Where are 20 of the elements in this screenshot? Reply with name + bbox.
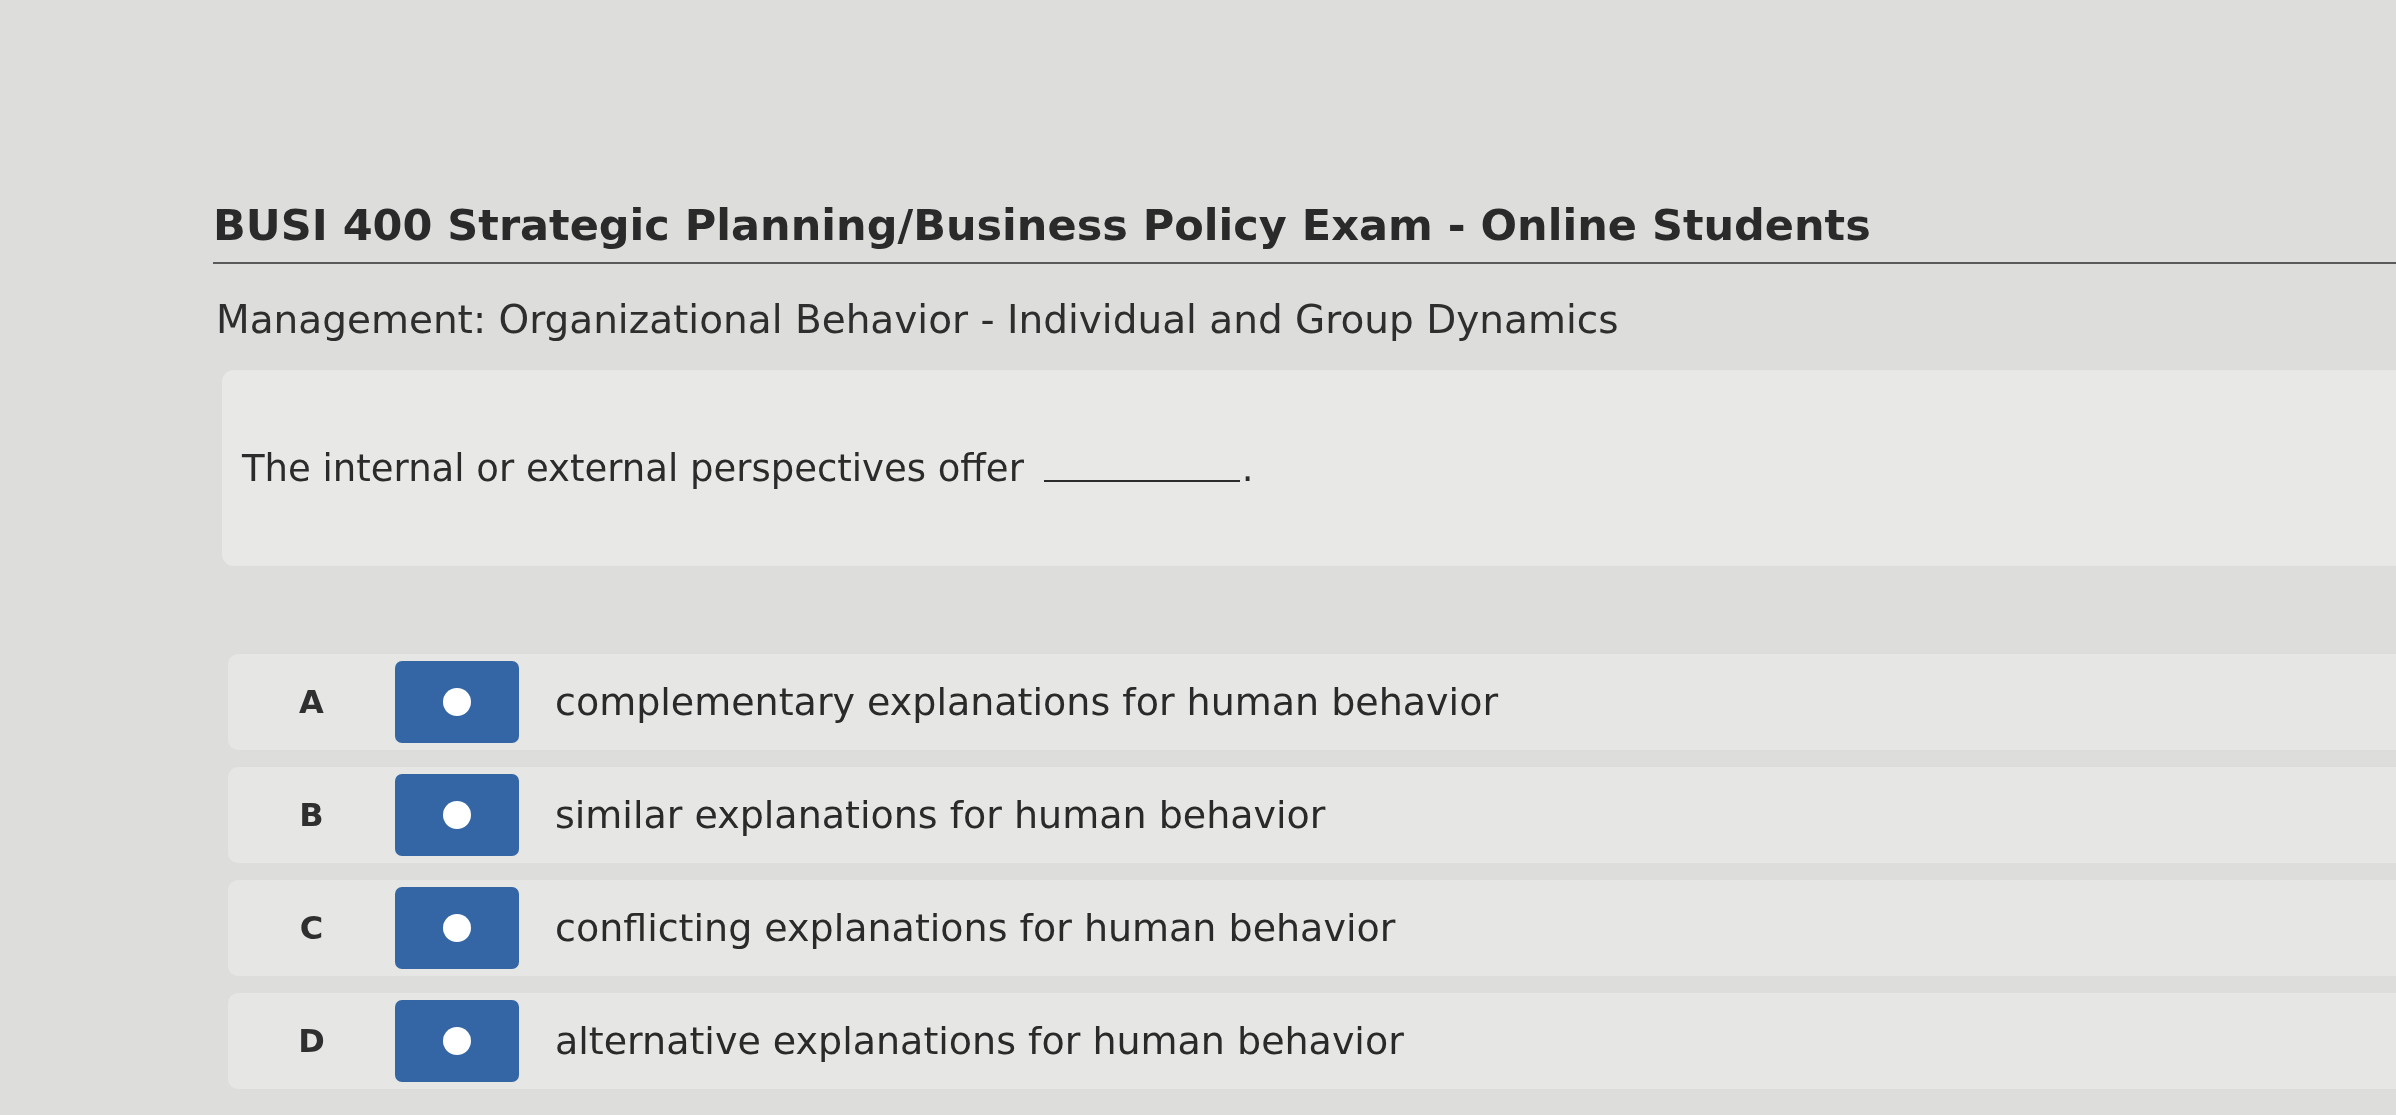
radio-dot-icon xyxy=(443,688,471,716)
radio-button[interactable] xyxy=(395,774,519,856)
radio-dot-icon xyxy=(443,801,471,829)
radio-button[interactable] xyxy=(395,661,519,743)
question-text: The internal or external perspectives offer xyxy=(242,446,1024,490)
option-letter: C xyxy=(299,909,324,947)
radio-dot-icon xyxy=(443,914,471,942)
question-punctuation: . xyxy=(1241,446,1254,490)
radio-dot-icon xyxy=(443,1027,471,1055)
option-text: complementary explanations for human behavior xyxy=(555,680,1499,724)
option-text: similar explanations for human behavior xyxy=(555,793,1326,837)
topic-heading: Management: Organizational Behavior - Individual and Group Dynamics xyxy=(216,296,1620,344)
option-text: conflicting explanations for human behavior xyxy=(555,906,1396,950)
option-letter: B xyxy=(299,796,324,834)
exam-title: BUSI 400 Strategic Planning/Business Policy Exam - Online Students xyxy=(213,199,1872,252)
option-text: alternative explanations for human behavior xyxy=(555,1019,1404,1063)
option-letter: A xyxy=(299,683,324,721)
radio-button[interactable] xyxy=(395,1000,519,1082)
radio-button[interactable] xyxy=(395,887,519,969)
option-letter: D xyxy=(298,1022,325,1060)
